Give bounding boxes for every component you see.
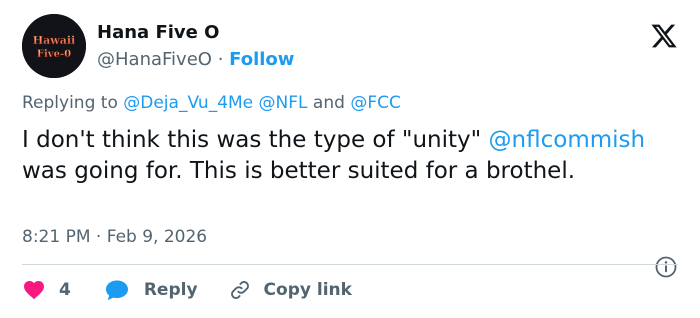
- x-logo-icon[interactable]: [650, 22, 678, 50]
- reply-bubble-icon: [105, 280, 128, 301]
- avatar[interactable]: Hawaii Five-0: [22, 14, 86, 78]
- avatar-text-line2: Five-0: [37, 49, 71, 60]
- tweet-time[interactable]: 8:21 PM: [22, 227, 91, 247]
- tweet-text-part: I don't think this was the type of "unit…: [22, 127, 482, 153]
- heart-icon: [24, 281, 44, 300]
- info-icon[interactable]: [654, 255, 678, 279]
- timestamp-separator: ·: [95, 227, 102, 247]
- mention-link[interactable]: @NFL: [259, 93, 308, 113]
- author-handle-row: @HanaFiveO · Follow: [97, 49, 294, 70]
- reply-context: Replying to @Deja_Vu_4Me @NFL and @FCC: [22, 93, 401, 113]
- reply-context-prefix: Replying to: [22, 93, 118, 113]
- like-button[interactable]: 4: [22, 278, 71, 302]
- reply-button[interactable]: Reply: [104, 278, 198, 302]
- follow-button[interactable]: Follow: [229, 49, 294, 70]
- tweet-date[interactable]: Feb 9, 2026: [107, 227, 207, 247]
- divider: [22, 264, 678, 265]
- reply-label: Reply: [143, 280, 198, 300]
- copy-link-label: Copy link: [263, 280, 352, 300]
- copy-link-button[interactable]: Copy link: [228, 278, 352, 302]
- tweet-timestamp: 8:21 PM · Feb 9, 2026: [22, 227, 207, 247]
- author-handle[interactable]: @HanaFiveO: [97, 49, 212, 70]
- link-icon: [230, 281, 249, 299]
- handle-separator: ·: [217, 49, 224, 70]
- avatar-text-line1: Hawaii: [33, 34, 75, 47]
- like-count: 4: [59, 280, 71, 300]
- mention-link[interactable]: @FCC: [350, 93, 401, 113]
- tweet-text: I don't think this was the type of "unit…: [22, 125, 682, 187]
- avatar-image: Hawaii Five-0: [22, 14, 86, 78]
- tweet-mention-link[interactable]: @nflcommish: [489, 127, 646, 153]
- mention-link[interactable]: @Deja_Vu_4Me: [123, 93, 253, 113]
- tweet-text-part: was going for. This is better suited for…: [22, 158, 576, 184]
- reply-context-conjunction: and: [312, 93, 345, 113]
- action-bar: 4 Reply Copy link: [22, 276, 352, 304]
- author-name[interactable]: Hana Five O: [97, 22, 219, 43]
